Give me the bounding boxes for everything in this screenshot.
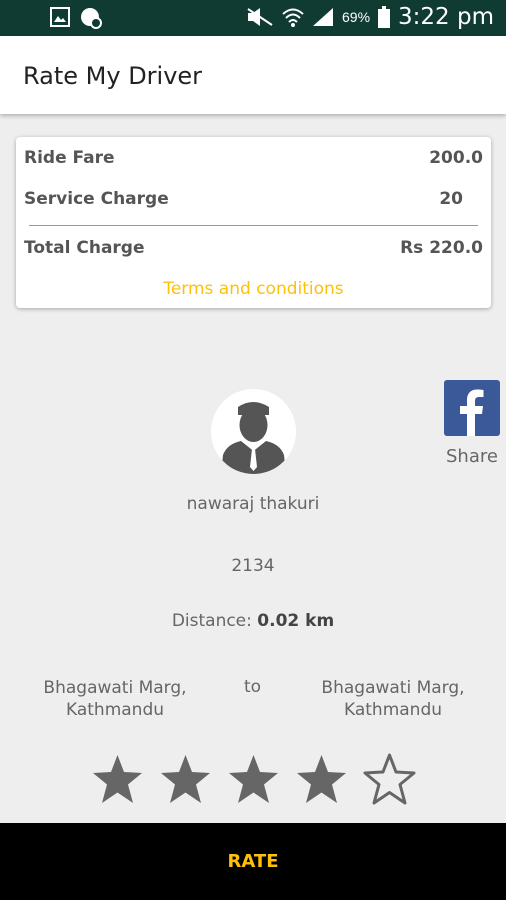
page-title: Rate My Driver bbox=[23, 62, 203, 90]
total-charge-row: Total Charge Rs 220.0 bbox=[24, 238, 483, 258]
bottom-action-bar: RATE bbox=[0, 823, 506, 900]
service-charge-label: Service Charge bbox=[24, 189, 169, 209]
fare-summary-card: Ride Fare 200.0 Service Charge 20 Total … bbox=[16, 137, 491, 308]
rate-button[interactable]: RATE bbox=[0, 823, 506, 900]
driver-name: nawaraj thakuri bbox=[186, 494, 320, 514]
total-charge-label: Total Charge bbox=[24, 238, 145, 258]
image-icon bbox=[50, 7, 70, 27]
star-filled-icon[interactable] bbox=[294, 752, 349, 807]
app-bar: Rate My Driver bbox=[0, 36, 506, 114]
ride-fare-row: Ride Fare 200.0 bbox=[24, 148, 483, 168]
star-empty-icon[interactable] bbox=[362, 752, 417, 807]
distance-label: Distance: bbox=[171, 611, 252, 631]
star-filled-icon[interactable] bbox=[226, 752, 281, 807]
battery-percent: 69% bbox=[342, 9, 371, 25]
star-filled-icon[interactable] bbox=[90, 752, 145, 807]
driver-avatar bbox=[211, 389, 296, 474]
service-charge-row: Service Charge 20 bbox=[24, 189, 483, 209]
share-label[interactable]: Share bbox=[446, 446, 498, 467]
star-filled-icon[interactable] bbox=[158, 752, 213, 807]
route-from: Bhagawati Marg, Kathmandu bbox=[43, 678, 187, 720]
chat-icon bbox=[81, 8, 102, 29]
clock: 3:22 pm bbox=[398, 4, 494, 30]
ride-fare-label: Ride Fare bbox=[24, 148, 115, 168]
person-icon bbox=[211, 389, 296, 474]
route-to: Bhagawati Marg, Kathmandu bbox=[321, 678, 465, 720]
facebook-icon bbox=[460, 389, 484, 436]
wifi-icon bbox=[282, 8, 304, 27]
status-bar: 69% 3:22 pm bbox=[0, 0, 506, 36]
driver-id: 2134 bbox=[231, 556, 275, 576]
facebook-share-button[interactable] bbox=[444, 380, 500, 436]
ride-fare-value: 200.0 bbox=[429, 148, 483, 168]
total-charge-value: Rs 220.0 bbox=[400, 238, 483, 258]
battery-icon bbox=[378, 6, 391, 28]
rating-stars bbox=[90, 752, 417, 807]
divider bbox=[29, 225, 478, 226]
service-charge-value: 20 bbox=[439, 189, 463, 209]
distance-value: 0.02 km bbox=[257, 611, 335, 631]
terms-link[interactable]: Terms and conditions bbox=[16, 279, 491, 299]
mute-icon bbox=[247, 8, 273, 26]
route-to-label: to bbox=[244, 677, 262, 697]
distance: Distance: 0.02 km bbox=[0, 611, 506, 631]
signal-icon bbox=[313, 8, 333, 26]
